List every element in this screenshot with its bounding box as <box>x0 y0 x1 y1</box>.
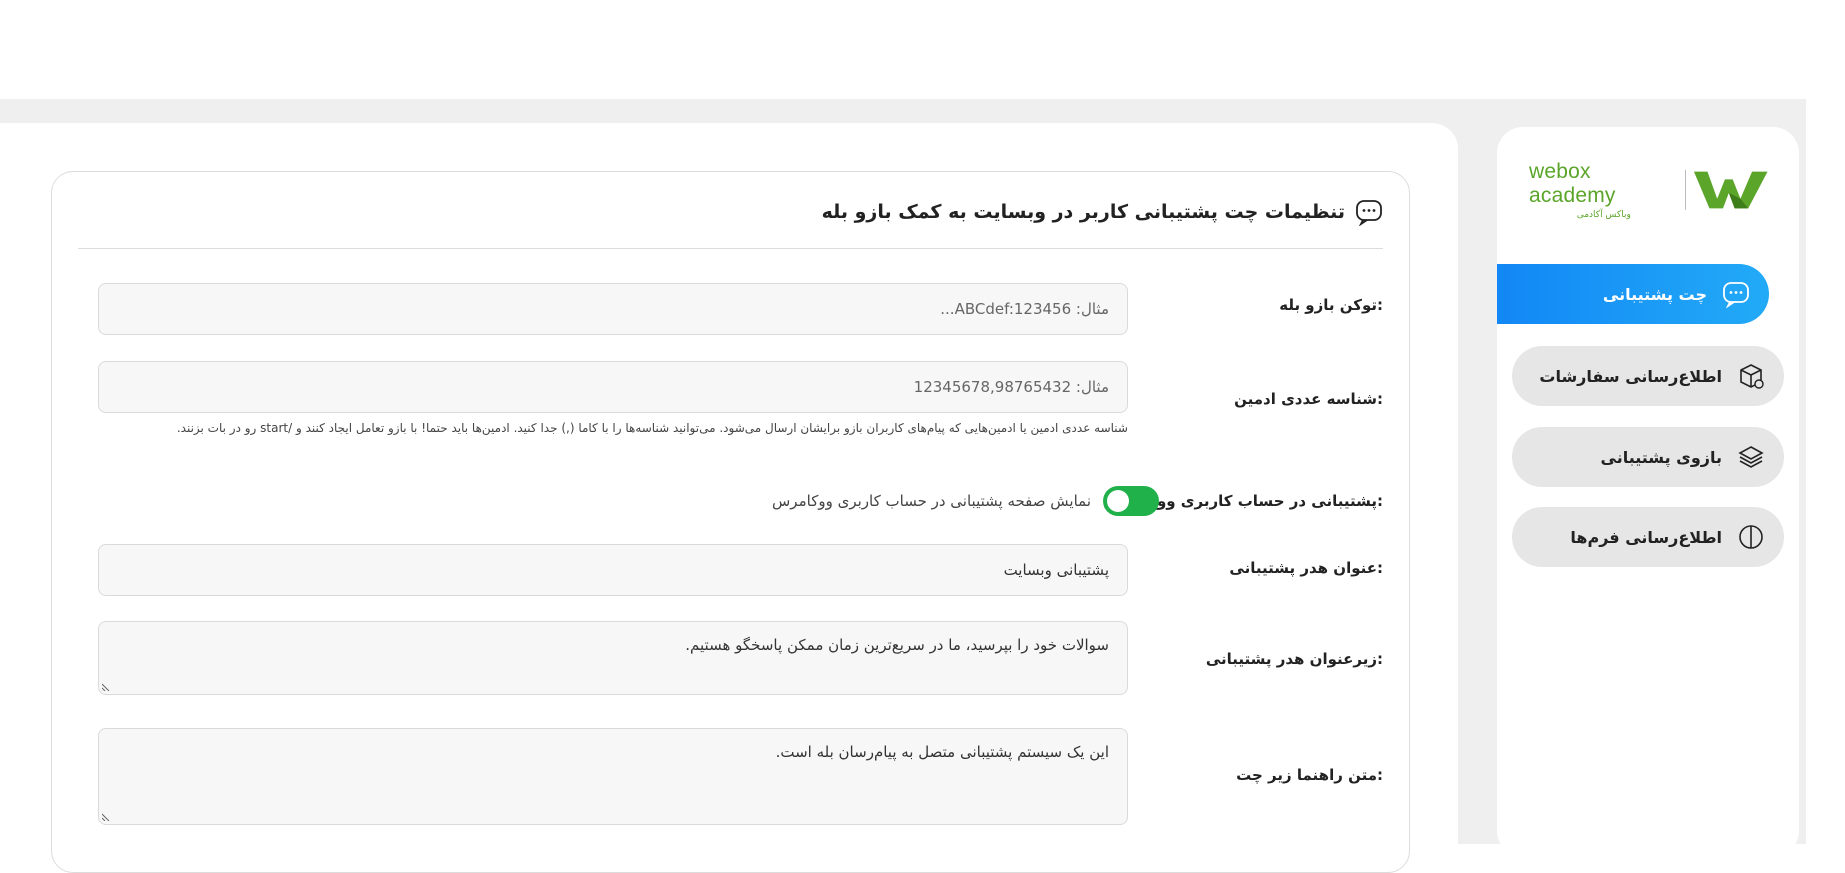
brand-name: webox academy <box>1529 160 1616 207</box>
settings-card: تنظیمات چت پشتیبانی کاربر در وبسایت به ک… <box>51 171 1410 873</box>
half-circle-icon <box>1736 522 1766 552</box>
sidebar-item-label: چت پشتیبانی <box>1602 284 1707 304</box>
header-subtitle-value: سوالات خود را بپرسید، ما در سریع‌ترین زم… <box>685 636 1109 654</box>
brand-subtitle: وباکس آکادمی <box>1576 210 1631 220</box>
header-title-input[interactable]: پشتیبانی وبسایت <box>98 544 1128 596</box>
header-title-label: عنوان هدر پشتیبانی: <box>1229 559 1383 577</box>
brand-logo[interactable]: webox academy وباکس آکادمی <box>1529 160 1769 220</box>
admin-id-label: شناسه عددی ادمین: <box>1234 390 1383 408</box>
box-icon <box>1736 361 1766 391</box>
toggle-knob <box>1107 490 1129 512</box>
token-input[interactable]: مثال: ABCdef:123456... <box>98 283 1128 335</box>
sidebar-item-form-notifications[interactable]: اطلاع‌رسانی فرم‌ها <box>1512 507 1784 567</box>
sidebar-item-label: بازوی پشتیبانی <box>1600 447 1723 467</box>
resize-grip-icon[interactable] <box>102 683 110 691</box>
resize-grip-icon[interactable] <box>102 813 110 821</box>
sidebar-item-label: اطلاع‌رسانی فرم‌ها <box>1570 527 1722 547</box>
chat-bubble-icon <box>1355 198 1383 227</box>
admin-id-input[interactable]: مثال: 12345678,98765432 <box>98 361 1128 413</box>
woocommerce-toggle-switch[interactable] <box>1103 486 1159 516</box>
webox-w-logo-icon <box>1693 171 1768 209</box>
admin-id-hint: شناسه عددی ادمین یا ادمین‌هایی که پیام‌ه… <box>176 421 1128 435</box>
token-label: توکن بازو بله: <box>1279 296 1383 314</box>
logo-separator <box>1684 170 1686 210</box>
guide-text-value: این یک سیستم پشتیبانی متصل به پیام‌رسان … <box>775 743 1109 761</box>
woocommerce-toggle-row: نمایش صفحه پشتیبانی در حساب کاربری ووکام… <box>772 486 1159 516</box>
guide-text-textarea[interactable]: این یک سیستم پشتیبانی متصل به پیام‌رسان … <box>98 728 1128 825</box>
sidebar-item-support-chat[interactable]: چت پشتیبانی <box>1497 264 1769 324</box>
sidebar-item-order-notifications[interactable]: اطلاع‌رسانی سفارشات <box>1512 346 1784 406</box>
card-header: تنظیمات چت پشتیبانی کاربر در وبسایت به ک… <box>821 198 1383 227</box>
chat-bubble-icon <box>1721 279 1751 309</box>
guide-text-label: متن راهنما زیر چت: <box>1236 766 1383 784</box>
sidebar-item-label: اطلاع‌رسانی سفارشات <box>1539 366 1722 386</box>
logo-text: webox academy وباکس آکادمی <box>1529 160 1679 220</box>
sidebar-item-support-bot[interactable]: بازوی پشتیبانی <box>1512 427 1784 487</box>
layers-icon <box>1736 442 1766 472</box>
card-title: تنظیمات چت پشتیبانی کاربر در وبسایت به ک… <box>821 201 1345 223</box>
header-subtitle-textarea[interactable]: سوالات خود را بپرسید، ما در سریع‌ترین زم… <box>98 621 1128 695</box>
card-divider <box>78 248 1383 249</box>
header-subtitle-label: زیرعنوان هدر پشتیبانی: <box>1205 650 1383 668</box>
woocommerce-toggle-text: نمایش صفحه پشتیبانی در حساب کاربری ووکام… <box>772 492 1091 510</box>
sidebar: webox academy وباکس آکادمی چت پشتیبانی ا… <box>1497 127 1799 857</box>
